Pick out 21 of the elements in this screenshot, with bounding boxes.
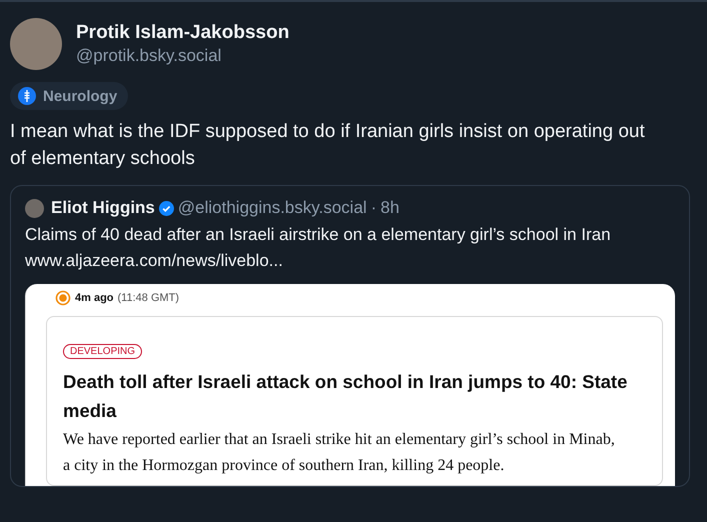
article-body: We have reported earlier that an Israeli strike hit an elementary girl’s school in Minab, a city in the Hormozgan province of southern Iran, killing 24 people.: [63, 430, 616, 476]
article-headline: Death toll after Israeli attack on school in Iran jumps to 40: State media: [63, 370, 628, 423]
quote-author-handle: @eliothiggins.bsky.social: [178, 198, 367, 218]
post-text: I mean what is the IDF supposed to do if Iranian girls insist on operating out of elementary schools: [10, 120, 646, 171]
quote-text: Claims of 40 dead after an Israeli airstrike on a elementary girl’s school in Iran: [25, 224, 612, 246]
link-text[interactable]: www.aljazeera.com/news/liveblo...: [25, 247, 675, 274]
avatar-photo-placeholder[interactable]: [10, 18, 62, 70]
author-name[interactable]: Protik Islam-Jakobsson: [76, 22, 290, 44]
author-handle[interactable]: @protik.bsky.social: [76, 46, 290, 66]
tag-label: Neurology: [43, 88, 118, 104]
time-exact: (11:48 GMT): [118, 292, 180, 304]
label-tag[interactable]: Neurology: [10, 82, 128, 110]
time-ago: 4m ago: [75, 292, 114, 304]
quote-card[interactable]: [10, 185, 690, 487]
quote-author-name: Eliot Higgins: [51, 198, 155, 218]
separator-dot: ·: [370, 198, 376, 218]
developing-badge: DEVELOPING: [63, 344, 142, 359]
live-dot-icon: [55, 290, 71, 306]
staff-icon: [18, 87, 36, 105]
post-time: 8h: [380, 198, 400, 218]
avatar-photo-placeholder: [25, 198, 44, 218]
